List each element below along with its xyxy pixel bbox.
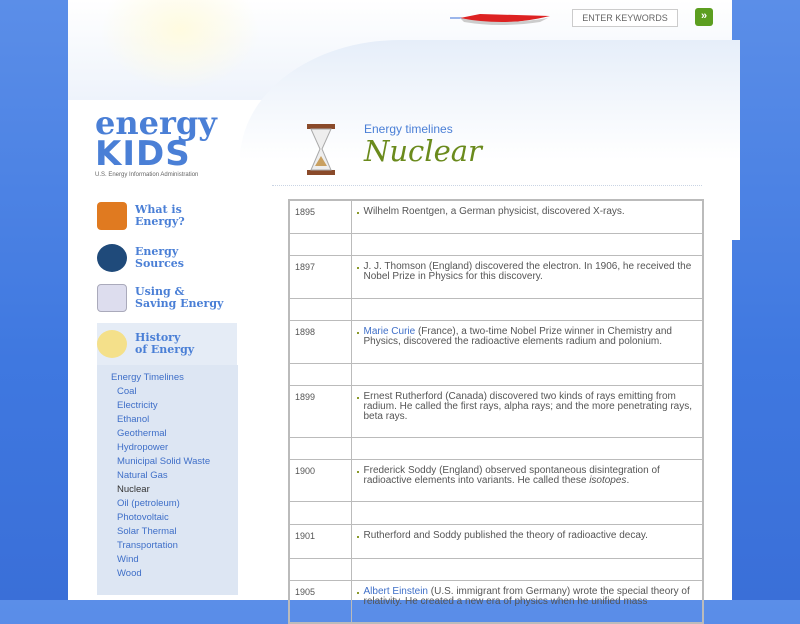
isotopes-term: isotopes — [589, 474, 627, 486]
timeline-link-photovoltaic[interactable]: Photovoltaic — [97, 511, 238, 525]
event-cell: Frederick Soddy (England) observed spont… — [350, 458, 704, 502]
nav-label: Sources — [135, 257, 184, 270]
event-cell: Wilhelm Roentgen, a German physicist, di… — [350, 199, 704, 234]
speedboat-image — [450, 14, 550, 25]
year-cell: 1901 — [288, 523, 352, 559]
timelines-heading-link[interactable]: Energy Timelines — [97, 371, 238, 385]
timeline-link-natural-gas[interactable]: Natural Gas — [97, 469, 238, 483]
nav-using-saving-energy[interactable]: Using & Saving Energy — [97, 280, 237, 316]
nav-label: Saving Energy — [135, 297, 224, 310]
timeline-link-nuclear[interactable]: Nuclear — [97, 483, 238, 497]
nav-label: of Energy — [135, 343, 195, 356]
hourglass-icon — [307, 124, 335, 175]
event-cell: J. J. Thomson (England) discovered the e… — [350, 254, 704, 299]
timeline-link-wood[interactable]: Wood — [97, 567, 238, 581]
timeline-link-msw[interactable]: Municipal Solid Waste — [97, 455, 238, 469]
timeline-link-ethanol[interactable]: Ethanol — [97, 413, 238, 427]
year-cell: 1898 — [288, 319, 352, 364]
timeline-link-oil[interactable]: Oil (petroleum) — [97, 497, 238, 511]
spacer-row — [288, 436, 704, 460]
table-row: 1901 Rutherford and Soddy published the t… — [288, 523, 704, 559]
table-row: 1905 Albert Einstein (U.S. immigrant from… — [288, 579, 704, 624]
timeline-link-electricity[interactable]: Electricity — [97, 399, 238, 413]
spacer-row — [288, 500, 704, 525]
year-cell: 1900 — [288, 458, 352, 502]
timeline-link-geothermal[interactable]: Geothermal — [97, 427, 238, 441]
year-cell: 1897 — [288, 254, 352, 299]
spacer-row — [288, 232, 704, 256]
timeline-link-coal[interactable]: Coal — [97, 385, 238, 399]
clock-icon — [97, 330, 127, 358]
event-text: Rutherford and Soddy published the theor… — [363, 529, 648, 541]
nav-energy-sources[interactable]: Energy Sources — [97, 240, 237, 276]
event-text: Ernest Rutherford (Canada) discovered tw… — [363, 390, 693, 422]
timeline-link-wind[interactable]: Wind — [97, 553, 238, 567]
event-text: J. J. Thomson (England) discovered the e… — [363, 260, 692, 282]
book-icon — [97, 202, 127, 230]
table-row: 1899 Ernest Rutherford (Canada) discovere… — [288, 384, 704, 438]
spacer-row — [288, 362, 704, 386]
event-cell: Marie Curie (France), a two-time Nobel P… — [350, 319, 704, 364]
year-cell: 1899 — [288, 384, 352, 438]
event-text: . — [626, 474, 630, 486]
timeline-link-solar-thermal[interactable]: Solar Thermal — [97, 525, 238, 539]
table-row: 1897 J. J. Thomson (England) discovered t… — [288, 254, 704, 299]
spacer-row — [288, 297, 704, 321]
outlet-icon — [97, 284, 127, 312]
timeline-link-hydropower[interactable]: Hydropower — [97, 441, 238, 455]
energy-kids-logo[interactable]: energy KIDS U.S. Energy Information Admi… — [95, 107, 225, 178]
logo-subtitle: U.S. Energy Information Administration — [95, 172, 199, 178]
nav-what-is-energy[interactable]: What is Energy? — [97, 198, 237, 234]
table-row: 1900 Frederick Soddy (England) observed s… — [288, 458, 704, 502]
event-cell: Rutherford and Soddy published the theor… — [350, 523, 704, 559]
table-row: 1898 Marie Curie (France), a two-time Nob… — [288, 319, 704, 364]
event-cell: Ernest Rutherford (Canada) discovered tw… — [350, 384, 704, 438]
divider — [272, 185, 702, 186]
coal-icon — [97, 244, 127, 272]
timeline-link-transportation[interactable]: Transportation — [97, 539, 238, 553]
page-title: Nuclear — [364, 134, 482, 168]
logo-text-kids: KIDS — [95, 134, 191, 174]
timeline-table: 1895 Wilhelm Roentgen, a German physicist… — [288, 199, 704, 624]
event-cell: Albert Einstein (U.S. immigrant from Ger… — [350, 579, 704, 624]
year-cell: 1905 — [288, 579, 352, 624]
table-row: 1895 Wilhelm Roentgen, a German physicist… — [288, 199, 704, 234]
nav-label: Energy? — [135, 215, 185, 228]
spacer-row — [288, 557, 704, 581]
search-input[interactable]: ENTER KEYWORDS — [572, 9, 678, 27]
event-text: Wilhelm Roentgen, a German physicist, di… — [363, 206, 625, 217]
year-cell: 1895 — [288, 199, 352, 234]
timelines-submenu: Energy Timelines Coal Electricity Ethano… — [97, 365, 238, 595]
nav-history-of-energy[interactable]: History of Energy — [97, 323, 237, 365]
search-go-button[interactable]: » — [695, 8, 713, 26]
